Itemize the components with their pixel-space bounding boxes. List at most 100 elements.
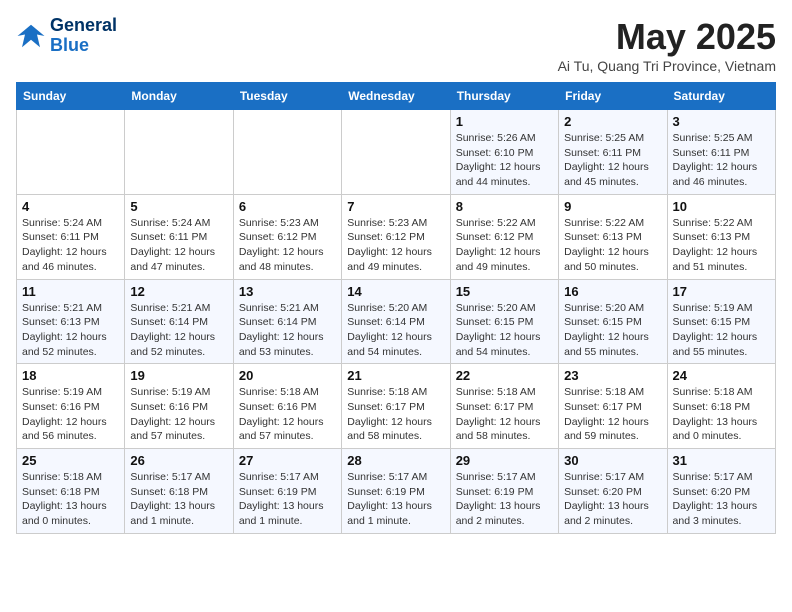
day-number: 18 [22, 368, 119, 383]
calendar-cell: 10 Sunrise: 5:22 AM Sunset: 6:13 PM Dayli… [667, 194, 775, 279]
day-info: Sunrise: 5:23 AM Sunset: 6:12 PM Dayligh… [347, 216, 444, 275]
calendar-cell: 3 Sunrise: 5:25 AM Sunset: 6:11 PM Daylig… [667, 110, 775, 195]
day-number: 21 [347, 368, 444, 383]
day-info: Sunrise: 5:17 AM Sunset: 6:19 PM Dayligh… [239, 470, 336, 529]
calendar-cell: 9 Sunrise: 5:22 AM Sunset: 6:13 PM Daylig… [559, 194, 667, 279]
weekday-header-sunday: Sunday [17, 83, 125, 110]
calendar-cell: 21Sunrise: 5:18 AM Sunset: 6:17 PM Dayli… [342, 364, 450, 449]
day-number: 9 [564, 199, 661, 214]
day-info: Sunrise: 5:19 AM Sunset: 6:16 PM Dayligh… [22, 385, 119, 444]
day-number: 6 [239, 199, 336, 214]
day-number: 26 [130, 453, 227, 468]
day-number: 11 [22, 284, 119, 299]
day-number: 31 [673, 453, 770, 468]
logo-icon [16, 21, 46, 51]
calendar-cell: 12 Sunrise: 5:21 AM Sunset: 6:14 PM Dayli… [125, 279, 233, 364]
day-number: 5 [130, 199, 227, 214]
weekday-header-saturday: Saturday [667, 83, 775, 110]
calendar-cell [233, 110, 341, 195]
day-number: 25 [22, 453, 119, 468]
calendar-cell: 20 Sunrise: 5:18 AM Sunset: 6:16 PM Dayli… [233, 364, 341, 449]
page-header: General Blue May 2025 Ai Tu, Quang Tri P… [16, 16, 776, 74]
logo: General Blue [16, 16, 117, 56]
day-info: Sunrise: 5:24 AM Sunset: 6:11 PM Dayligh… [130, 216, 227, 275]
day-info: Sunrise: 5:26 AM Sunset: 6:10 PM Dayligh… [456, 131, 553, 190]
calendar-cell [17, 110, 125, 195]
day-number: 22 [456, 368, 553, 383]
day-info: Sunrise: 5:21 AM Sunset: 6:13 PM Dayligh… [22, 301, 119, 360]
day-info: Sunrise: 5:25 AM Sunset: 6:11 PM Dayligh… [564, 131, 661, 190]
calendar-cell: 14 Sunrise: 5:20 AM Sunset: 6:14 PM Dayli… [342, 279, 450, 364]
day-info: Sunrise: 5:18 AM Sunset: 6:18 PM Dayligh… [22, 470, 119, 529]
day-number: 20 [239, 368, 336, 383]
weekday-header-friday: Friday [559, 83, 667, 110]
day-number: 24 [673, 368, 770, 383]
day-number: 27 [239, 453, 336, 468]
day-number: 17 [673, 284, 770, 299]
calendar-cell: 15Sunrise: 5:20 AM Sunset: 6:15 PM Dayli… [450, 279, 558, 364]
calendar-cell: 24 Sunrise: 5:18 AM Sunset: 6:18 PM Dayli… [667, 364, 775, 449]
day-number: 30 [564, 453, 661, 468]
day-number: 3 [673, 114, 770, 129]
day-info: Sunrise: 5:20 AM Sunset: 6:15 PM Dayligh… [564, 301, 661, 360]
calendar-cell: 25 Sunrise: 5:18 AM Sunset: 6:18 PM Dayli… [17, 449, 125, 534]
day-info: Sunrise: 5:17 AM Sunset: 6:18 PM Dayligh… [130, 470, 227, 529]
day-info: Sunrise: 5:22 AM Sunset: 6:13 PM Dayligh… [673, 216, 770, 275]
calendar-cell: 23 Sunrise: 5:18 AM Sunset: 6:17 PM Dayli… [559, 364, 667, 449]
calendar-table: SundayMondayTuesdayWednesdayThursdayFrid… [16, 82, 776, 534]
day-info: Sunrise: 5:17 AM Sunset: 6:20 PM Dayligh… [564, 470, 661, 529]
day-info: Sunrise: 5:25 AM Sunset: 6:11 PM Dayligh… [673, 131, 770, 190]
calendar-title: May 2025 [558, 16, 776, 58]
day-info: Sunrise: 5:18 AM Sunset: 6:17 PM Dayligh… [456, 385, 553, 444]
day-info: Sunrise: 5:17 AM Sunset: 6:19 PM Dayligh… [347, 470, 444, 529]
calendar-cell: 17 Sunrise: 5:19 AM Sunset: 6:15 PM Dayli… [667, 279, 775, 364]
day-number: 7 [347, 199, 444, 214]
day-info: Sunrise: 5:20 AM Sunset: 6:15 PM Dayligh… [456, 301, 553, 360]
day-number: 10 [673, 199, 770, 214]
day-info: Sunrise: 5:20 AM Sunset: 6:14 PM Dayligh… [347, 301, 444, 360]
title-block: May 2025 Ai Tu, Quang Tri Province, Viet… [558, 16, 776, 74]
calendar-cell: 6 Sunrise: 5:23 AM Sunset: 6:12 PM Daylig… [233, 194, 341, 279]
day-info: Sunrise: 5:18 AM Sunset: 6:18 PM Dayligh… [673, 385, 770, 444]
calendar-cell: 19Sunrise: 5:19 AM Sunset: 6:16 PM Dayli… [125, 364, 233, 449]
day-info: Sunrise: 5:18 AM Sunset: 6:17 PM Dayligh… [564, 385, 661, 444]
weekday-header-wednesday: Wednesday [342, 83, 450, 110]
calendar-cell [342, 110, 450, 195]
weekday-header-thursday: Thursday [450, 83, 558, 110]
weekday-header-monday: Monday [125, 83, 233, 110]
day-number: 29 [456, 453, 553, 468]
day-number: 19 [130, 368, 227, 383]
calendar-cell: 29Sunrise: 5:17 AM Sunset: 6:19 PM Dayli… [450, 449, 558, 534]
day-number: 2 [564, 114, 661, 129]
day-number: 16 [564, 284, 661, 299]
day-info: Sunrise: 5:21 AM Sunset: 6:14 PM Dayligh… [239, 301, 336, 360]
calendar-cell [125, 110, 233, 195]
calendar-cell: 26 Sunrise: 5:17 AM Sunset: 6:18 PM Dayli… [125, 449, 233, 534]
calendar-cell: 2 Sunrise: 5:25 AM Sunset: 6:11 PM Daylig… [559, 110, 667, 195]
calendar-cell: 8 Sunrise: 5:22 AM Sunset: 6:12 PM Daylig… [450, 194, 558, 279]
logo-text: General Blue [50, 16, 117, 56]
calendar-cell: 27 Sunrise: 5:17 AM Sunset: 6:19 PM Dayli… [233, 449, 341, 534]
day-info: Sunrise: 5:22 AM Sunset: 6:12 PM Dayligh… [456, 216, 553, 275]
day-number: 23 [564, 368, 661, 383]
day-info: Sunrise: 5:22 AM Sunset: 6:13 PM Dayligh… [564, 216, 661, 275]
day-info: Sunrise: 5:23 AM Sunset: 6:12 PM Dayligh… [239, 216, 336, 275]
day-info: Sunrise: 5:18 AM Sunset: 6:16 PM Dayligh… [239, 385, 336, 444]
day-info: Sunrise: 5:19 AM Sunset: 6:15 PM Dayligh… [673, 301, 770, 360]
day-number: 8 [456, 199, 553, 214]
calendar-cell: 7 Sunrise: 5:23 AM Sunset: 6:12 PM Daylig… [342, 194, 450, 279]
calendar-cell: 16 Sunrise: 5:20 AM Sunset: 6:15 PM Dayli… [559, 279, 667, 364]
day-number: 13 [239, 284, 336, 299]
day-info: Sunrise: 5:24 AM Sunset: 6:11 PM Dayligh… [22, 216, 119, 275]
day-number: 14 [347, 284, 444, 299]
day-info: Sunrise: 5:21 AM Sunset: 6:14 PM Dayligh… [130, 301, 227, 360]
calendar-cell: 18 Sunrise: 5:19 AM Sunset: 6:16 PM Dayli… [17, 364, 125, 449]
calendar-cell: 4 Sunrise: 5:24 AM Sunset: 6:11 PM Daylig… [17, 194, 125, 279]
calendar-cell: 30 Sunrise: 5:17 AM Sunset: 6:20 PM Dayli… [559, 449, 667, 534]
calendar-cell: 28Sunrise: 5:17 AM Sunset: 6:19 PM Dayli… [342, 449, 450, 534]
calendar-cell: 22 Sunrise: 5:18 AM Sunset: 6:17 PM Dayli… [450, 364, 558, 449]
calendar-cell: 5 Sunrise: 5:24 AM Sunset: 6:11 PM Daylig… [125, 194, 233, 279]
calendar-cell: 11 Sunrise: 5:21 AM Sunset: 6:13 PM Dayli… [17, 279, 125, 364]
day-number: 4 [22, 199, 119, 214]
day-number: 12 [130, 284, 227, 299]
